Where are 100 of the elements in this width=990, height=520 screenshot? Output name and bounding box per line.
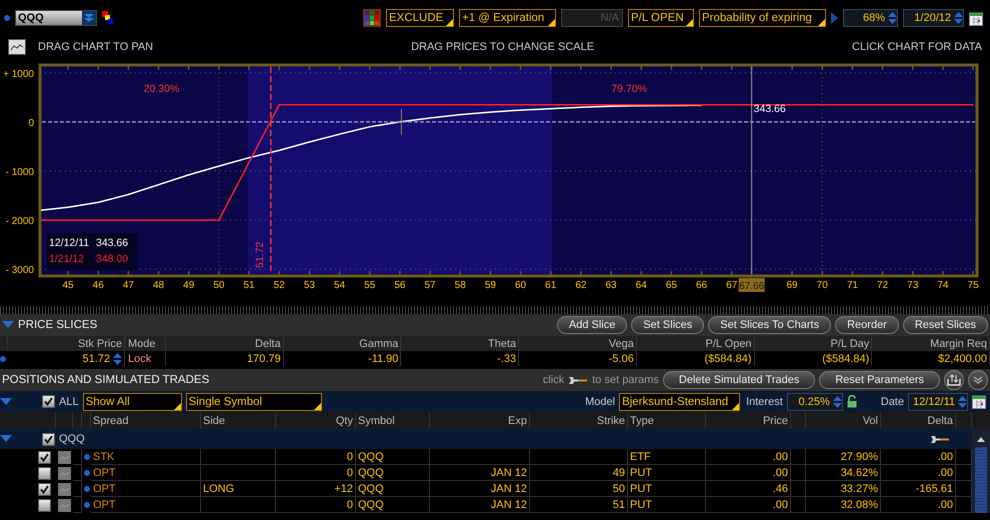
x-axis-label: 55 — [364, 280, 376, 291]
prob-mode-dropdown[interactable]: P/L OPEN — [628, 9, 694, 27]
action-button[interactable]: Reset Parameters — [819, 371, 940, 389]
spinner-arrows-icon[interactable] — [888, 11, 897, 25]
row-dot — [84, 502, 90, 508]
x-axis-label: 48 — [153, 280, 164, 291]
chart-toggle-icon[interactable] — [58, 482, 71, 496]
x-axis-label: 65 — [666, 280, 677, 291]
table-cell: $2,400.00 — [872, 351, 990, 366]
price-slice-label: 51.72 — [254, 242, 266, 268]
scrollbar[interactable] — [972, 429, 990, 513]
slice-button[interactable]: Reorder — [835, 316, 899, 334]
table-cell: 0 — [276, 497, 356, 513]
table-cell: -11.90 — [284, 351, 402, 366]
table-cell — [73, 497, 82, 513]
price-marker-icon — [400, 108, 402, 136]
chart-toggle-icon[interactable] — [58, 450, 71, 464]
x-axis-label: 73 — [907, 280, 918, 291]
spinner-arrows-icon[interactable] — [954, 11, 963, 25]
action-button[interactable]: Delete Simulated Trades — [662, 371, 816, 389]
spinner-arrows-icon[interactable] — [832, 394, 842, 408]
table-cell: PUT — [628, 497, 706, 513]
table-cell[interactable]: Lock — [125, 351, 166, 366]
slice-button[interactable]: Set Slices — [631, 316, 704, 334]
x-axis-label: 60 — [515, 280, 526, 291]
checkbox[interactable] — [38, 450, 51, 464]
x-axis-label: 58 — [454, 280, 466, 291]
table-cell: 32.08% — [806, 497, 881, 513]
legend-value: 348.00 — [96, 253, 128, 265]
section-title: POSITIONS AND SIMULATED TRADES — [2, 374, 210, 386]
probability-label: 79.70% — [611, 83, 647, 95]
table-cell: JAN 12 — [430, 497, 530, 513]
spinner-arrows-icon[interactable] — [958, 394, 967, 408]
price-slice-line[interactable] — [270, 67, 272, 274]
chart-toggle-icon[interactable] — [58, 498, 71, 512]
checkbox[interactable] — [38, 482, 51, 496]
y-axis-label: - 3000 — [6, 265, 34, 276]
probability-label: 20.30% — [144, 83, 180, 95]
commissions-dropdown[interactable]: EXCLUDE — [386, 9, 454, 27]
slice-button[interactable]: Reset Slices — [902, 316, 988, 334]
chart-toggle-icon[interactable] — [58, 466, 71, 480]
section-title: PRICE SLICES — [18, 319, 98, 331]
table-cell: .00 — [706, 497, 791, 513]
interest-label: Interest — [746, 396, 783, 408]
row-dot — [0, 356, 6, 362]
model-label: Model — [585, 396, 616, 408]
table-cell: 51 — [530, 497, 628, 513]
dropdown-arrow-icon[interactable] — [82, 11, 96, 25]
spinner-arrows-icon[interactable] — [113, 352, 122, 366]
model-dropdown[interactable]: Bjerksund-Stensland — [619, 392, 740, 410]
calendar-icon[interactable] — [972, 394, 986, 409]
expand-triangle-icon[interactable] — [2, 321, 14, 329]
checkbox[interactable] — [38, 466, 51, 480]
status-dot — [4, 15, 10, 21]
row-dot — [84, 470, 90, 476]
date-spinner[interactable]: 12/12/11 — [908, 392, 968, 410]
legend-date: 12/12/11 — [49, 237, 90, 249]
all-label: ALL — [59, 396, 79, 408]
x-axis-label: 47 — [122, 280, 134, 291]
table-cell: -5.06 — [519, 351, 637, 366]
scroll-up-icon[interactable] — [976, 435, 986, 445]
chart-icon[interactable] — [8, 39, 26, 55]
group-symbol: QQQ — [59, 433, 85, 445]
expand-triangle-icon[interactable] — [0, 435, 12, 443]
color-grid-icon[interactable] — [363, 9, 381, 27]
table-cell[interactable]: 51.72 — [8, 351, 125, 366]
x-axis-label: 45 — [62, 280, 74, 291]
x-axis-label: 72 — [877, 280, 888, 291]
interest-spinner[interactable]: 0.25% — [786, 392, 843, 410]
lock-icon[interactable] — [846, 395, 857, 408]
pan-hint: DRAG CHART TO PAN — [38, 41, 154, 53]
x-axis-label: 46 — [92, 280, 104, 291]
cursor-price-tag: 67.66 — [738, 278, 765, 292]
calendar-icon[interactable] — [969, 10, 983, 26]
collapse-button[interactable] — [968, 370, 988, 390]
x-axis-label: 63 — [606, 280, 617, 291]
row-dot — [84, 486, 90, 492]
expand-triangle-icon[interactable] — [0, 398, 12, 406]
cursor-value: 343.66 — [754, 103, 786, 115]
export-button[interactable] — [944, 370, 964, 390]
show-dropdown[interactable]: Show All — [82, 392, 182, 410]
prob-mode-dropdown[interactable]: Probability of expiring — [699, 9, 826, 27]
x-axis-label: 66 — [696, 280, 708, 291]
checkbox[interactable] — [42, 432, 55, 446]
table-cell — [791, 497, 806, 513]
prob-date-spinner[interactable]: 1/20/12 — [903, 9, 964, 27]
scale-hint: DRAG PRICES TO CHANGE SCALE — [411, 41, 594, 53]
slice-button[interactable]: Set Slices To Charts — [708, 316, 832, 334]
color-link-icon[interactable] — [102, 11, 114, 25]
symbol-mode-dropdown[interactable]: Single Symbol — [186, 392, 322, 410]
prob-range-spinner[interactable]: 68% — [843, 9, 898, 27]
plot-lines-dropdown[interactable]: +1 @ Expiration — [459, 9, 556, 27]
checkbox[interactable] — [38, 498, 51, 512]
symbol-field[interactable]: QQQ — [15, 10, 97, 26]
y-axis-label: 0 — [28, 118, 34, 129]
x-axis-label: 64 — [636, 280, 647, 291]
wrench-icon — [568, 376, 588, 384]
slice-button[interactable]: Add Slice — [556, 316, 628, 334]
x-tick-label: 67.66 — [739, 281, 765, 292]
checkbox[interactable] — [42, 395, 55, 408]
